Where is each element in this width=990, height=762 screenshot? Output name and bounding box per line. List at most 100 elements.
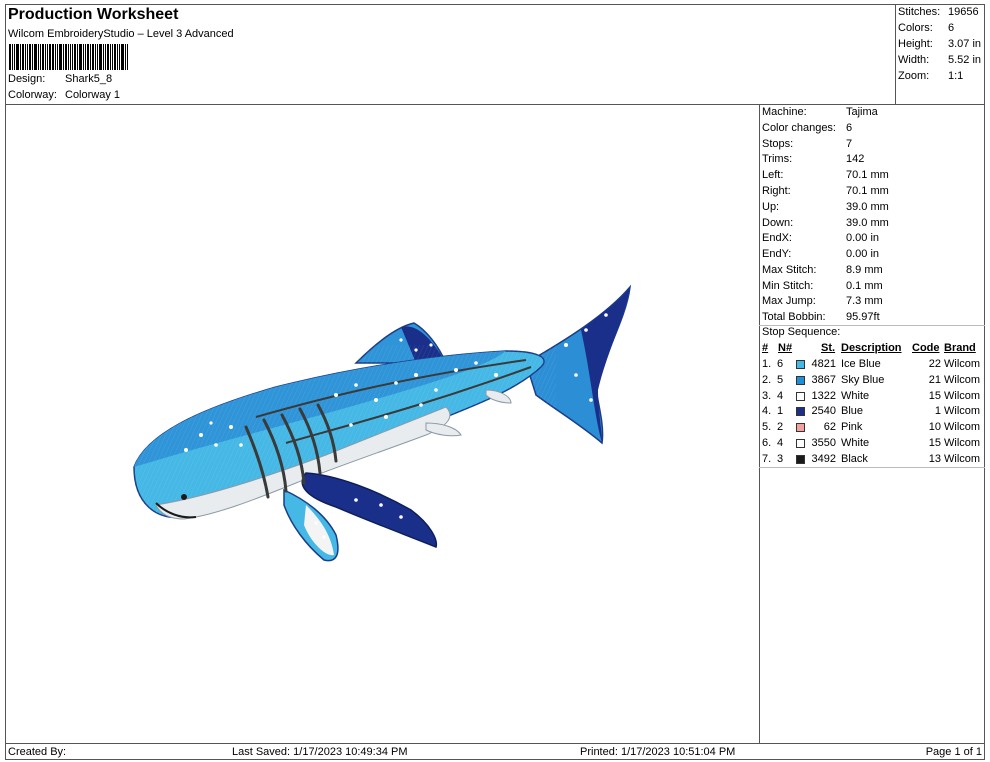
barcode-bar bbox=[34, 44, 37, 70]
barcode-bar bbox=[70, 44, 71, 70]
endx-row: EndX: 0.00 in bbox=[762, 232, 879, 244]
row-stitches: 3550 bbox=[811, 437, 836, 449]
trims-label: Trims: bbox=[762, 153, 793, 165]
max-stitch-row: Max Stitch: 8.9 mm bbox=[762, 264, 883, 276]
colorway-label: Colorway: bbox=[8, 89, 57, 101]
barcode-bar bbox=[22, 44, 24, 70]
stop-sequence-bottom-divider bbox=[759, 467, 985, 468]
stat-label: Zoom: bbox=[898, 70, 930, 82]
barcode-bar bbox=[74, 44, 76, 70]
left-value: 70.1 mm bbox=[846, 169, 889, 181]
header-stitches: St. bbox=[821, 342, 836, 354]
stat-value: 6 bbox=[948, 22, 955, 34]
barcode-bar bbox=[119, 44, 120, 70]
color-changes-row: Color changes: 6 bbox=[762, 122, 852, 134]
sidebar-divider bbox=[759, 104, 760, 744]
right-label: Right: bbox=[762, 185, 791, 197]
page-number: Page 1 of 1 bbox=[925, 746, 982, 758]
design-preview bbox=[6, 105, 758, 742]
total-bobbin-row: Total Bobbin: 95.97ft bbox=[762, 311, 880, 323]
color-changes-label: Color changes: bbox=[762, 122, 836, 134]
row-stitches: 1322 bbox=[811, 389, 836, 402]
color-swatch bbox=[796, 423, 805, 433]
stop-sequence-title: Stop Sequence: bbox=[762, 326, 841, 338]
printed-date: Printed: 1/17/2023 10:51:04 PM bbox=[580, 746, 736, 758]
row-code: 1 bbox=[934, 405, 941, 418]
barcode-bar bbox=[127, 44, 128, 70]
stat-label: Height: bbox=[898, 38, 933, 50]
down-row: Down: 39.0 mm bbox=[762, 217, 889, 229]
row-needle: 3 bbox=[777, 452, 784, 465]
barcode-bar bbox=[83, 44, 84, 70]
row-brand: Wilcom bbox=[944, 405, 981, 418]
max-jump-row: Max Jump: 7.3 mm bbox=[762, 295, 883, 307]
barcode-bar bbox=[79, 44, 82, 70]
barcode-bar bbox=[68, 44, 69, 70]
stat-colors: Colors: 6 bbox=[898, 22, 954, 34]
barcode-bar bbox=[63, 44, 64, 70]
color-swatch bbox=[796, 375, 805, 385]
shark-eye bbox=[181, 494, 187, 500]
barcode-bar bbox=[32, 44, 33, 70]
barcode-bar bbox=[77, 44, 78, 70]
barcode-bar bbox=[97, 44, 98, 70]
barcode-bar bbox=[117, 44, 118, 70]
header-stats-divider bbox=[895, 4, 896, 104]
color-swatch bbox=[796, 454, 805, 464]
trims-row: Trims: 142 bbox=[762, 153, 864, 165]
barcode-bar bbox=[65, 44, 67, 70]
barcode-bar bbox=[103, 44, 104, 70]
row-code: 21 bbox=[928, 373, 941, 386]
row-brand: Wilcom bbox=[944, 421, 981, 434]
barcode-bar bbox=[107, 44, 109, 70]
barcode-bar bbox=[27, 44, 28, 70]
row-code: 13 bbox=[928, 452, 941, 465]
stops-label: Stops: bbox=[762, 138, 794, 150]
up-label: Up: bbox=[762, 201, 780, 213]
stat-stitches: Stitches: 19656 bbox=[898, 6, 979, 18]
row-needle: 5 bbox=[777, 373, 784, 386]
stat-zoom: Zoom: 1:1 bbox=[898, 70, 963, 82]
min-stitch-label: Min Stitch: bbox=[762, 280, 814, 292]
barcode-bar bbox=[52, 44, 54, 70]
barcode-bar bbox=[49, 44, 51, 70]
stat-label: Width: bbox=[898, 54, 930, 66]
row-code: 10 bbox=[928, 421, 941, 434]
barcode-bar bbox=[20, 44, 21, 70]
barcode-bar bbox=[25, 44, 26, 70]
color-swatch bbox=[796, 360, 805, 369]
max-jump-label: Max Jump: bbox=[762, 295, 816, 307]
up-row: Up: 39.0 mm bbox=[762, 201, 889, 213]
barcode bbox=[9, 44, 132, 70]
barcode-bar bbox=[85, 44, 86, 70]
barcode-bar bbox=[110, 44, 111, 70]
stops-value: 7 bbox=[846, 138, 853, 150]
colorway-value: Colorway 1 bbox=[65, 89, 121, 101]
row-code: 22 bbox=[928, 358, 941, 370]
max-stitch-value: 8.9 mm bbox=[846, 264, 883, 276]
row-brand: Wilcom bbox=[944, 437, 981, 449]
barcode-bar bbox=[72, 44, 73, 70]
row-stitches: 4821 bbox=[811, 358, 836, 370]
design-value: Shark5_8 bbox=[65, 73, 113, 85]
row-brand: Wilcom bbox=[944, 389, 981, 402]
barcode-bar bbox=[92, 44, 94, 70]
barcode-bar bbox=[55, 44, 56, 70]
row-stitches: 3492 bbox=[811, 452, 836, 465]
total-bobbin-value: 95.97ft bbox=[846, 311, 880, 323]
row-needle: 4 bbox=[777, 437, 784, 449]
row-number: 4. bbox=[762, 405, 772, 418]
stops-row: Stops: 7 bbox=[762, 138, 852, 150]
min-stitch-row: Min Stitch: 0.1 mm bbox=[762, 280, 883, 292]
barcode-bar bbox=[57, 44, 58, 70]
barcode-bar bbox=[45, 44, 46, 70]
last-saved: Last Saved: 1/17/2023 10:49:34 PM bbox=[232, 746, 408, 758]
row-needle: 2 bbox=[777, 421, 784, 434]
endy-row: EndY: 0.00 in bbox=[762, 248, 879, 260]
row-number: 2. bbox=[762, 373, 772, 386]
stat-label: Stitches: bbox=[898, 6, 941, 18]
down-value: 39.0 mm bbox=[846, 217, 889, 229]
barcode-bar bbox=[59, 44, 62, 70]
color-changes-value: 6 bbox=[846, 122, 853, 134]
down-label: Down: bbox=[762, 217, 794, 229]
